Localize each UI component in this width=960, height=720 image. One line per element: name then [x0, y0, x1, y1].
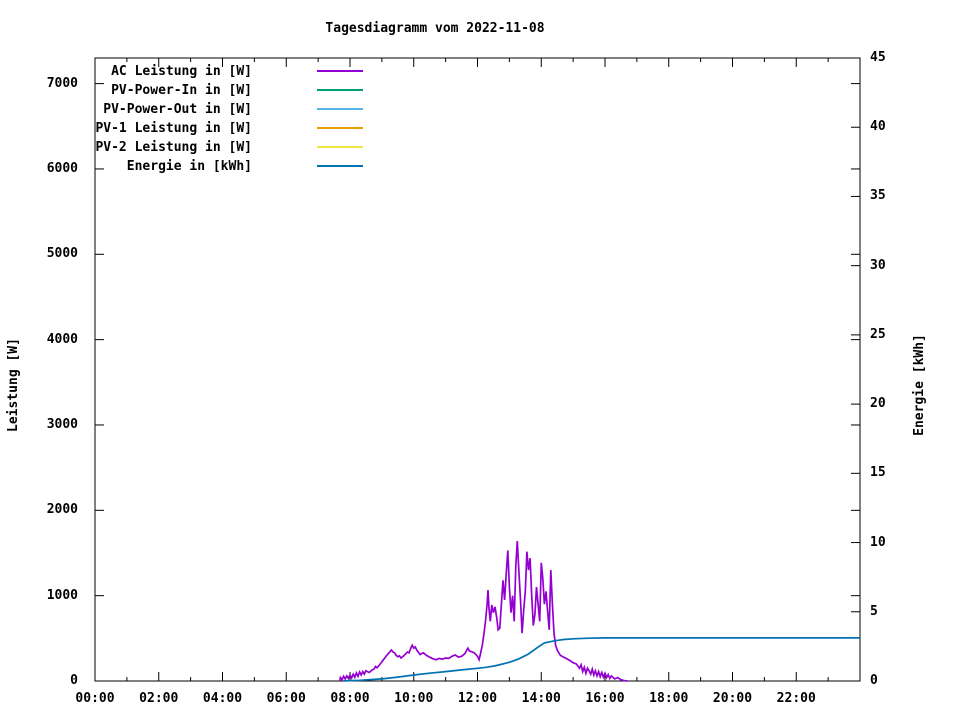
- y-right-tick-label: 35: [870, 188, 886, 204]
- legend-line-swatch: [317, 146, 363, 148]
- x-tick-label: 20:00: [712, 691, 753, 706]
- x-tick-label: 12:00: [457, 691, 498, 706]
- y-right-tick-label: 25: [870, 326, 886, 342]
- series-line-0: [338, 540, 628, 682]
- daily-pv-chart: Tagesdiagramm vom 2022-11-08 Leistung [W…: [0, 0, 960, 720]
- x-tick-label: 16:00: [585, 691, 625, 706]
- x-tick-label: 14:00: [521, 691, 561, 706]
- x-tick-label: 00:00: [75, 691, 115, 706]
- y-right-tick-label: 10: [870, 534, 886, 550]
- x-tick-label: 08:00: [330, 691, 370, 706]
- legend-item-pv-power-out: PV-Power-Out in [W]: [0, 100, 380, 119]
- x-tick-label: 06:00: [266, 691, 306, 706]
- legend-line-swatch: [317, 108, 363, 110]
- y-left-tick-label: 3000: [46, 416, 78, 432]
- y-left-tick-label: 4000: [46, 331, 78, 347]
- y-left-tick-label: 2000: [46, 502, 78, 518]
- left-axis-title: Leistung [W]: [6, 338, 21, 432]
- x-tick-label: 18:00: [649, 691, 689, 706]
- y-left-tick-label: 0: [70, 673, 78, 688]
- x-tick-label: 02:00: [139, 691, 179, 706]
- x-tick-label: 04:00: [202, 691, 243, 706]
- y-left-tick-label: 1000: [46, 587, 78, 603]
- y-right-tick-label: 20: [870, 396, 886, 412]
- legend-item-pv2-leistung: PV-2 Leistung in [W]: [0, 138, 380, 157]
- y-right-tick-label: 30: [870, 257, 886, 273]
- y-left-tick-label: 7000: [46, 75, 78, 91]
- x-tick-label: 10:00: [394, 691, 434, 706]
- right-axis-title: Energie [kWh]: [912, 334, 927, 436]
- y-left-tick-label: 6000: [46, 160, 78, 176]
- legend-item-pv1-leistung: PV-1 Leistung in [W]: [0, 119, 380, 138]
- legend-line-swatch: [317, 165, 363, 167]
- legend-label: PV-2 Leistung in [W]: [95, 140, 252, 155]
- x-tick-label: 22:00: [776, 691, 816, 706]
- y-left-tick-label: 5000: [46, 246, 78, 262]
- legend-label: PV-1 Leistung in [W]: [95, 121, 252, 136]
- y-right-tick-label: 5: [870, 603, 878, 619]
- y-right-tick-label: 15: [870, 465, 886, 481]
- chart-title: Tagesdiagramm vom 2022-11-08: [325, 21, 545, 36]
- legend-label: PV-Power-Out in [W]: [103, 102, 252, 117]
- y-right-tick-label: 45: [870, 50, 886, 65]
- y-right-tick-label: 0: [870, 673, 878, 688]
- legend-line-swatch: [317, 70, 363, 72]
- y-right-tick-label: 40: [870, 119, 886, 135]
- legend-line-swatch: [317, 89, 363, 91]
- legend-line-swatch: [317, 127, 363, 129]
